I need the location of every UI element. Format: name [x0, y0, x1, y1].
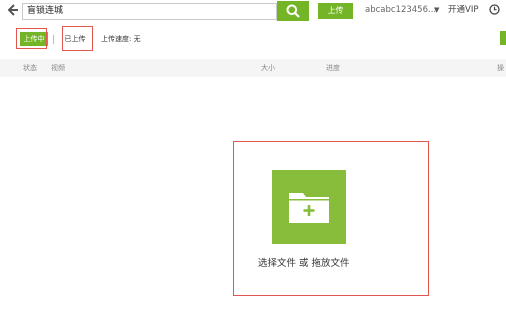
- table-header: 状态 视频 大小 进度 操: [0, 59, 506, 77]
- upload-button[interactable]: 上传: [318, 3, 353, 19]
- open-vip-link[interactable]: 开通VIP: [448, 4, 478, 16]
- upload-speed-label: 上传速度: 无: [101, 35, 141, 43]
- back-arrow-icon[interactable]: [8, 4, 19, 16]
- column-video: 视频: [51, 64, 65, 72]
- search-input[interactable]: 盲锁连城: [22, 3, 277, 20]
- top-bar: 盲锁连城 上传 abcabc123456... ▼ 开通VIP: [0, 0, 506, 22]
- account-name[interactable]: abcabc123456...: [365, 4, 436, 16]
- column-actions: 操: [497, 64, 504, 72]
- column-status: 状态: [23, 64, 37, 72]
- search-button[interactable]: [277, 1, 309, 21]
- upload-window: 盲锁连城 上传 abcabc123456... ▼ 开通VIP 上传中 已上传 …: [0, 0, 506, 314]
- search-icon: [286, 4, 300, 18]
- toolbar-action-button[interactable]: [500, 31, 506, 45]
- tab-uploaded[interactable]: 已上传: [62, 33, 88, 45]
- column-size: 大小: [261, 64, 275, 72]
- tab-divider: [53, 35, 54, 44]
- account-dropdown-caret[interactable]: ▼: [434, 4, 439, 16]
- drop-zone-instruction: 选择文件 或 拖放文件: [258, 258, 350, 269]
- clock-icon[interactable]: [489, 4, 500, 15]
- file-drop-zone[interactable]: 选择文件 或 拖放文件: [233, 141, 429, 296]
- highlight-frame-uploading: [16, 28, 47, 49]
- folder-plus-icon: [289, 193, 329, 223]
- select-file-button[interactable]: [272, 170, 346, 244]
- column-progress: 进度: [326, 64, 340, 72]
